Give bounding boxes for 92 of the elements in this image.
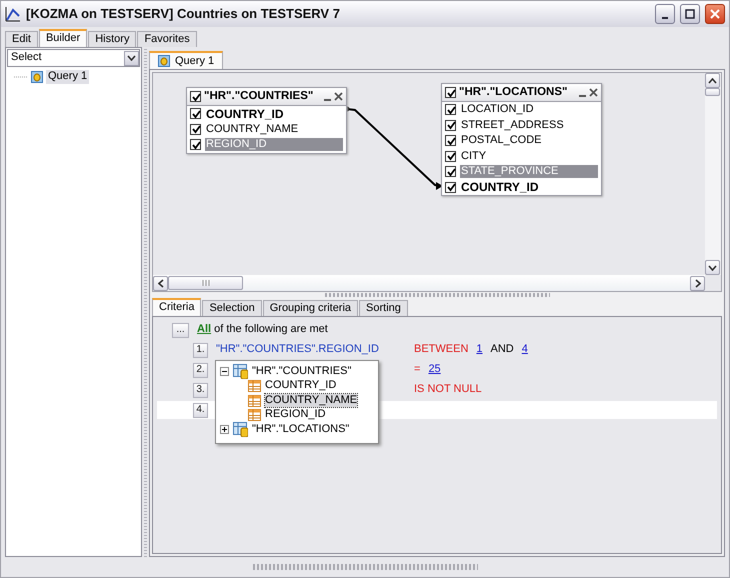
checkbox[interactable] (190, 108, 201, 120)
operator-link[interactable]: IS NOT NULL (414, 383, 482, 397)
field-name[interactable]: POSTAL_CODE (460, 134, 598, 148)
operator-link[interactable]: BETWEEN (414, 343, 468, 357)
field-link[interactable]: "HR"."COUNTRIES".REGION_ID (216, 343, 406, 357)
table-box[interactable]: "HR"."COUNTRIES" COUNTRY_ID COUNTRY_NAME REGION_ID (186, 87, 347, 154)
operator-link[interactable]: = (414, 363, 420, 377)
minimize-icon (579, 95, 586, 97)
all-link[interactable]: All (197, 323, 212, 336)
select-dropdown[interactable]: Select (7, 49, 140, 67)
tab[interactable]: Query 1 (149, 51, 224, 69)
check-icon (446, 136, 456, 146)
table-icon (233, 422, 248, 437)
horizontal-scrollbar[interactable] (153, 275, 705, 291)
check-icon (446, 151, 456, 162)
check-icon (446, 120, 456, 130)
app-icon (5, 6, 21, 22)
tree-item[interactable]: "HR"."COUNTRIES" (252, 364, 352, 378)
checkbox[interactable] (190, 139, 201, 150)
checkbox[interactable] (445, 120, 456, 131)
query-icon (158, 55, 170, 67)
field-name[interactable]: LOCATION_ID (460, 103, 598, 116)
tree-item[interactable]: COUNTRY_ID (265, 379, 336, 392)
value-link[interactable]: 25 (428, 363, 441, 377)
check-icon (446, 182, 456, 192)
check-icon (190, 108, 200, 119)
row-number-button[interactable]: 1. (193, 342, 208, 358)
check-icon (190, 140, 200, 150)
window-title: [KOZMA on TESTSERV] Countries on TESTSERV 7 (26, 6, 341, 22)
table-title: "HR"."LOCATIONS" (459, 86, 568, 100)
ellipsis-button[interactable]: ... (172, 322, 189, 338)
tab[interactable]: Criteria (152, 298, 202, 316)
vertical-scrollbar[interactable] (705, 73, 721, 275)
minimize-button[interactable] (655, 4, 675, 24)
value-link[interactable]: 1 (476, 343, 483, 357)
tab[interactable]: Edit (5, 31, 38, 47)
tree-line (14, 76, 28, 78)
conjunction-text: AND (490, 343, 514, 357)
close-icon (710, 9, 720, 19)
checkbox[interactable] (445, 104, 456, 116)
check-icon (190, 124, 200, 134)
checkbox[interactable] (445, 166, 456, 178)
maximize-button[interactable] (680, 4, 700, 24)
field-name[interactable]: STREET_ADDRESS (460, 118, 598, 132)
tab[interactable]: History (88, 31, 136, 47)
table-box[interactable]: "HR"."LOCATIONS" LOCATION_ID STREET_ADDRESS POSTAL_CODE CITY STATE_PROVINCE COUNTRY_ID (441, 83, 602, 196)
tree-item[interactable]: REGION_ID (265, 408, 326, 422)
field-name[interactable]: CITY (460, 150, 598, 163)
tab[interactable]: Selection (202, 300, 262, 316)
checkbox[interactable] (445, 87, 456, 98)
table-icon (233, 364, 248, 379)
expand-icon[interactable] (220, 424, 229, 434)
field-name[interactable]: COUNTRY_ID (460, 180, 598, 194)
checkbox[interactable] (190, 124, 201, 135)
row-number-button[interactable]: 2. (193, 362, 208, 378)
tree-item[interactable]: COUNTRY_NAME (265, 394, 358, 407)
column-icon (248, 394, 261, 407)
tree-item[interactable]: Query 1 (46, 70, 90, 84)
minimize-icon (324, 99, 331, 101)
value-link[interactable]: 4 (522, 343, 528, 357)
column-icon (248, 408, 261, 422)
close-icon (334, 92, 343, 101)
tab[interactable]: Favorites (137, 31, 197, 47)
check-icon (446, 104, 456, 115)
tab[interactable]: Sorting (359, 300, 408, 316)
row-number-button[interactable]: 4. (193, 402, 208, 418)
checkbox[interactable] (445, 135, 456, 146)
query-icon (31, 71, 43, 83)
maximize-icon (685, 9, 695, 19)
tab[interactable]: Builder (38, 29, 88, 47)
criteria-header-text: of the following are met (214, 323, 328, 336)
scrollbar-thumb[interactable] (168, 276, 243, 290)
table-title: "HR"."COUNTRIES" (204, 90, 314, 104)
checkbox[interactable] (445, 150, 456, 162)
checkbox[interactable] (190, 91, 201, 102)
caret-icon (127, 55, 136, 61)
column-icon (248, 379, 261, 392)
checkbox[interactable] (445, 182, 456, 193)
check-icon (446, 166, 456, 177)
minimize-icon (662, 17, 668, 19)
check-icon (446, 88, 456, 98)
close-icon (589, 88, 598, 97)
collapse-icon[interactable] (220, 366, 229, 376)
tab[interactable]: Grouping criteria (262, 300, 358, 316)
row-number-button[interactable]: 3. (193, 382, 208, 398)
scrollbar-thumb[interactable] (705, 88, 720, 96)
check-icon (190, 92, 200, 102)
tree-item[interactable]: "HR"."LOCATIONS" (252, 422, 350, 436)
field-name[interactable]: COUNTRY_ID (205, 106, 343, 121)
close-button[interactable] (705, 4, 725, 24)
grip-icon (202, 280, 210, 286)
field-name[interactable]: COUNTRY_NAME (205, 122, 343, 136)
